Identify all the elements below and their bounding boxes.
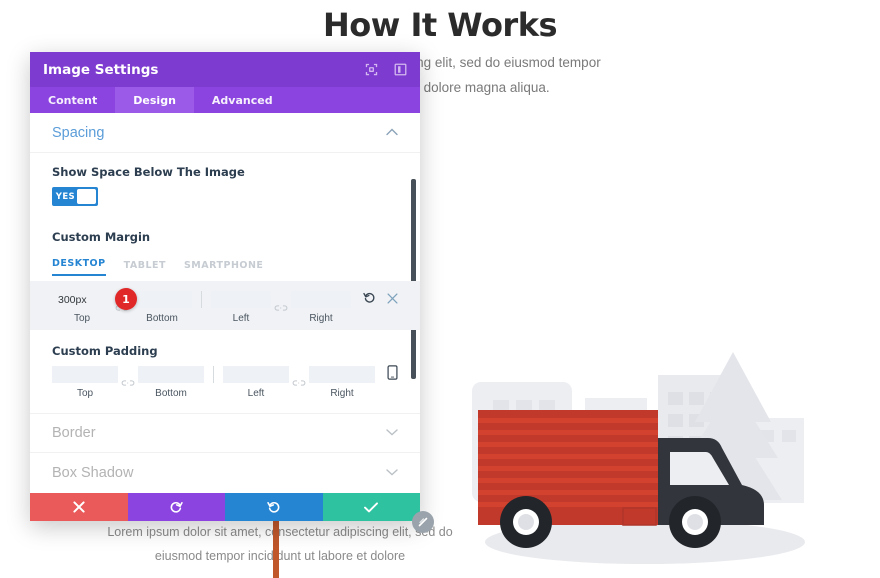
padding-bottom-label: Bottom bbox=[155, 388, 187, 399]
mobile-device-icon[interactable] bbox=[387, 364, 398, 385]
redo-button[interactable] bbox=[225, 493, 323, 521]
margin-right-label: Right bbox=[309, 313, 333, 324]
modal-header-icons bbox=[365, 63, 407, 76]
close-icon[interactable] bbox=[387, 291, 398, 309]
padding-left-wrap: Left bbox=[223, 366, 289, 399]
modal-body: Spacing Show Space Below The Image YES C… bbox=[30, 113, 420, 493]
custom-padding-field: Custom Padding bbox=[30, 330, 420, 358]
padding-bottom-input[interactable] bbox=[138, 366, 204, 383]
padding-divider bbox=[213, 366, 214, 383]
image-settings-modal: Image Settings Content Design Advanced S… bbox=[30, 52, 434, 533]
custom-margin-inputs-row: 1 300px Top Bottom Left Right bbox=[30, 281, 420, 330]
margin-top-wrap: 300px Top bbox=[52, 291, 112, 325]
margin-right-input[interactable] bbox=[291, 291, 351, 308]
custom-margin-device-tabs: DESKTOP TABLET SMARTPHONE bbox=[52, 258, 398, 281]
margin-left-right-pair: Left Right bbox=[211, 291, 351, 324]
chevron-up-icon[interactable] bbox=[386, 127, 398, 139]
modal-scrollbar[interactable] bbox=[411, 179, 416, 379]
section-spacing-title: Spacing bbox=[52, 124, 105, 141]
link-broken-icon-2[interactable] bbox=[274, 304, 288, 312]
toggle-knob bbox=[76, 189, 96, 204]
margin-bottom-wrap: Bottom bbox=[132, 291, 192, 324]
padding-top-bottom-pair: Top Bottom bbox=[52, 366, 204, 399]
margin-bottom-input[interactable] bbox=[132, 291, 192, 308]
margin-right-wrap: Right bbox=[291, 291, 351, 324]
split-view-icon[interactable] bbox=[394, 63, 407, 76]
padding-right-label: Right bbox=[330, 388, 354, 399]
margin-row-actions bbox=[351, 291, 398, 308]
section-box-shadow-header[interactable]: Box Shadow bbox=[30, 453, 420, 493]
padding-quad: Top Bottom Left Right bbox=[52, 366, 375, 399]
link-broken-icon-3[interactable] bbox=[121, 379, 135, 387]
padding-left-right-pair: Left Right bbox=[223, 366, 375, 399]
modal-header: Image Settings bbox=[30, 52, 420, 87]
margin-bottom-label: Bottom bbox=[146, 313, 178, 324]
show-space-below-toggle[interactable]: YES bbox=[52, 187, 98, 206]
toggle-value: YES bbox=[55, 191, 76, 202]
cancel-button[interactable] bbox=[30, 493, 128, 521]
device-tab-tablet[interactable]: TABLET bbox=[124, 260, 166, 276]
device-tab-desktop[interactable]: DESKTOP bbox=[52, 258, 106, 276]
custom-margin-label: Custom Margin bbox=[52, 230, 151, 244]
tab-advanced[interactable]: Advanced bbox=[194, 87, 291, 113]
save-button[interactable] bbox=[322, 493, 420, 521]
modal-tabs: Content Design Advanced bbox=[30, 87, 420, 113]
margin-left-label: Left bbox=[232, 313, 250, 324]
padding-left-input[interactable] bbox=[223, 366, 289, 383]
padding-top-wrap: Top bbox=[52, 366, 118, 399]
padding-right-input[interactable] bbox=[309, 366, 375, 383]
padding-bottom-wrap: Bottom bbox=[138, 366, 204, 399]
padding-left-label: Left bbox=[247, 388, 265, 399]
screen-root: How It Works sectetur adipiscing elit, s… bbox=[0, 0, 880, 578]
custom-padding-label: Custom Padding bbox=[52, 344, 158, 358]
tab-design[interactable]: Design bbox=[115, 87, 194, 113]
section-border-title: Border bbox=[52, 425, 96, 441]
section-border-header[interactable]: Border bbox=[30, 413, 420, 453]
margin-left-wrap: Left bbox=[211, 291, 271, 324]
step-badge-1: 1 bbox=[115, 288, 137, 310]
margin-left-input[interactable] bbox=[211, 291, 271, 308]
resize-grip-handle[interactable] bbox=[412, 511, 434, 533]
tab-content[interactable]: Content bbox=[30, 87, 115, 113]
padding-top-input[interactable] bbox=[52, 366, 118, 383]
padding-top-label: Top bbox=[76, 388, 94, 399]
undo-button[interactable] bbox=[127, 493, 225, 521]
fullscreen-icon[interactable] bbox=[365, 63, 378, 76]
margin-top-label: Top bbox=[73, 313, 91, 324]
chevron-down-icon-shadow[interactable] bbox=[386, 467, 398, 479]
margin-quad: 300px Top Bottom Left Right bbox=[52, 291, 351, 324]
show-space-below-field: Show Space Below The Image YES bbox=[30, 153, 420, 206]
margin-top-input[interactable]: 300px bbox=[52, 291, 112, 308]
custom-margin-field: Custom Margin DESKTOP TABLET SMARTPHONE bbox=[30, 206, 420, 281]
section-spacing-header[interactable]: Spacing bbox=[30, 113, 420, 153]
modal-action-bar bbox=[30, 493, 420, 521]
section-box-shadow-title: Box Shadow bbox=[52, 465, 134, 481]
modal-title: Image Settings bbox=[43, 61, 159, 78]
device-tab-smartphone[interactable]: SMARTPHONE bbox=[184, 260, 263, 276]
chevron-down-icon-border[interactable] bbox=[386, 427, 398, 439]
padding-row-actions bbox=[375, 364, 398, 385]
reset-icon[interactable] bbox=[363, 291, 376, 309]
custom-padding-inputs-row: Top Bottom Left Right bbox=[30, 358, 420, 413]
page-title: How It Works bbox=[322, 6, 558, 44]
margin-divider bbox=[201, 291, 202, 308]
link-broken-icon-4[interactable] bbox=[292, 379, 306, 387]
moving-truck-illustration bbox=[430, 330, 880, 578]
show-space-below-label: Show Space Below The Image bbox=[52, 165, 245, 179]
padding-right-wrap: Right bbox=[309, 366, 375, 399]
